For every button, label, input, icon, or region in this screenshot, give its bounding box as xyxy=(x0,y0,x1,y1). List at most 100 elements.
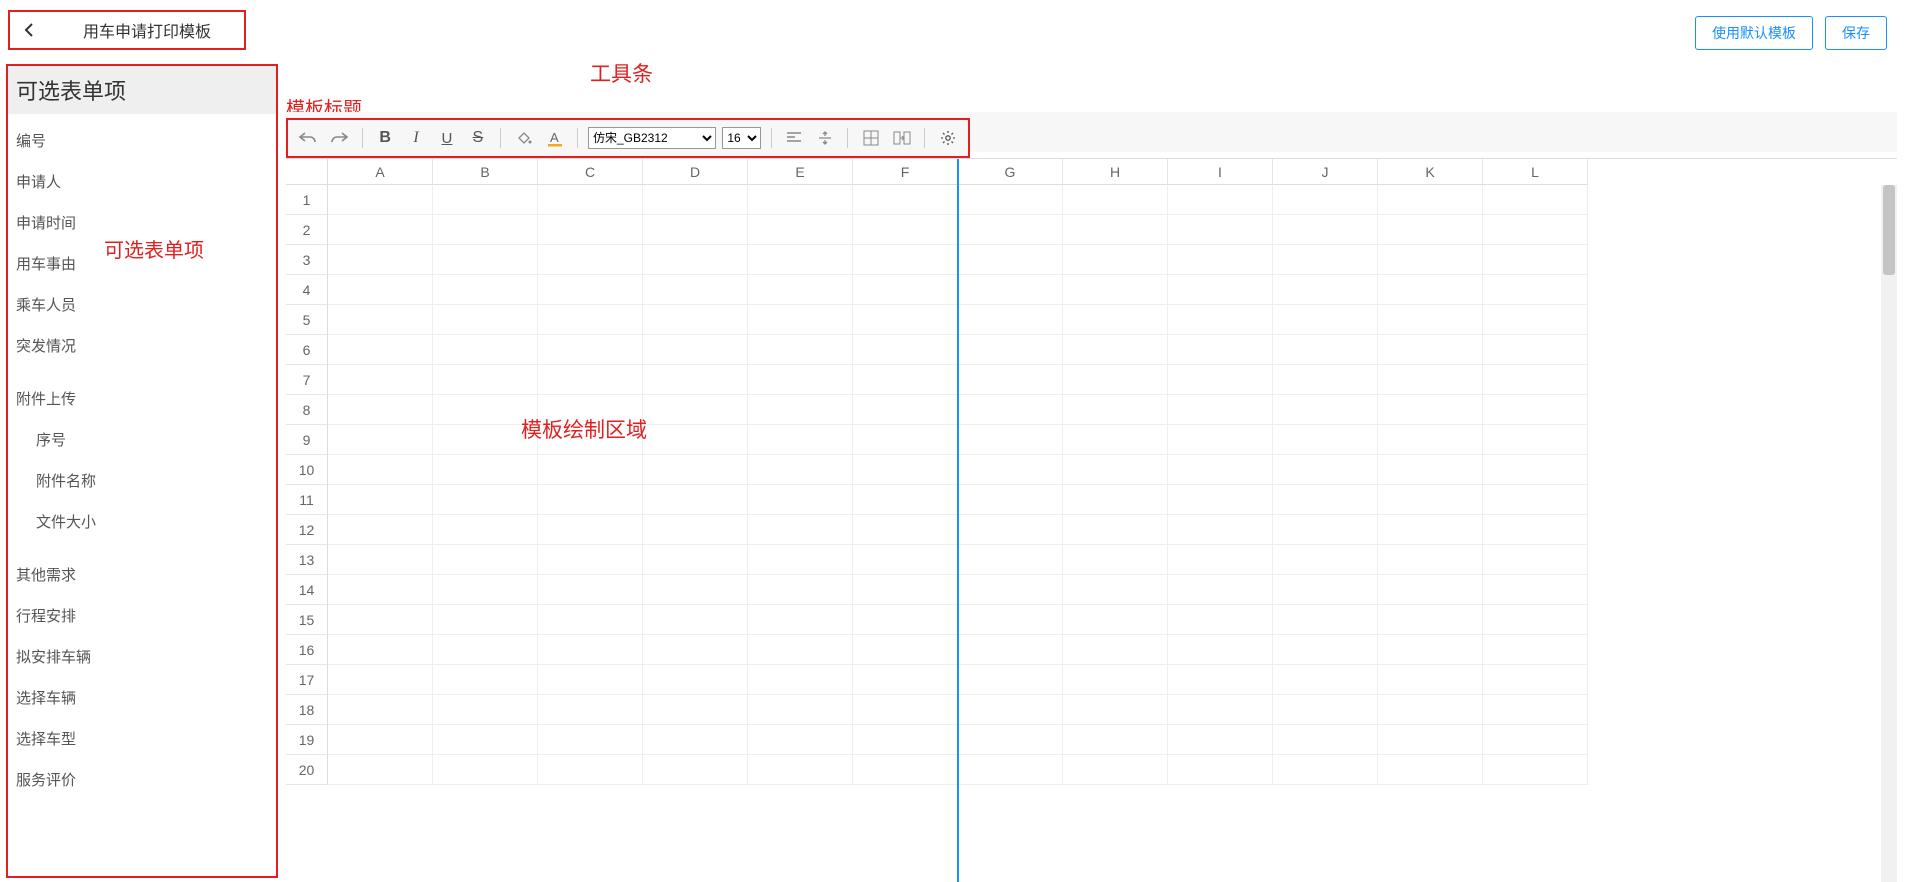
cell[interactable] xyxy=(1273,365,1378,395)
cell[interactable] xyxy=(958,755,1063,785)
row-header[interactable]: 14 xyxy=(286,575,328,605)
cell[interactable] xyxy=(433,575,538,605)
row-header[interactable]: 16 xyxy=(286,635,328,665)
font-size-select[interactable]: 16 xyxy=(722,127,760,149)
cell[interactable] xyxy=(1063,395,1168,425)
cell[interactable] xyxy=(853,665,958,695)
cell[interactable] xyxy=(1273,425,1378,455)
cell[interactable] xyxy=(748,725,853,755)
cell[interactable] xyxy=(1483,425,1588,455)
cell[interactable] xyxy=(1483,755,1588,785)
cell[interactable] xyxy=(433,335,538,365)
cell[interactable] xyxy=(643,305,748,335)
cell[interactable] xyxy=(748,665,853,695)
cell[interactable] xyxy=(328,755,433,785)
cell[interactable] xyxy=(853,545,958,575)
cell[interactable] xyxy=(643,605,748,635)
cell[interactable] xyxy=(433,185,538,215)
cell[interactable] xyxy=(1483,515,1588,545)
cell[interactable] xyxy=(1378,695,1483,725)
cell[interactable] xyxy=(1273,305,1378,335)
cell[interactable] xyxy=(643,275,748,305)
column-header[interactable]: B xyxy=(433,159,538,185)
cell[interactable] xyxy=(1168,515,1273,545)
cell[interactable] xyxy=(1378,665,1483,695)
strikethrough-button[interactable]: S xyxy=(465,125,490,151)
row-header[interactable]: 19 xyxy=(286,725,328,755)
cell[interactable] xyxy=(958,455,1063,485)
cell[interactable] xyxy=(853,275,958,305)
cell[interactable] xyxy=(1378,275,1483,305)
cell[interactable] xyxy=(1273,335,1378,365)
row-header[interactable]: 7 xyxy=(286,365,328,395)
borders-button[interactable] xyxy=(858,125,883,151)
cell[interactable] xyxy=(1168,695,1273,725)
cell[interactable] xyxy=(538,515,643,545)
italic-button[interactable]: I xyxy=(404,125,429,151)
cell[interactable] xyxy=(748,545,853,575)
sheet-corner[interactable] xyxy=(286,159,328,185)
cell[interactable] xyxy=(748,695,853,725)
cell[interactable] xyxy=(328,245,433,275)
cell[interactable] xyxy=(853,305,958,335)
cell[interactable] xyxy=(1273,185,1378,215)
column-header[interactable]: L xyxy=(1483,159,1588,185)
cell[interactable] xyxy=(1483,605,1588,635)
cell[interactable] xyxy=(1378,215,1483,245)
cell[interactable] xyxy=(853,725,958,755)
sidebar-item[interactable]: 申请时间 xyxy=(8,202,276,243)
use-default-template-button[interactable]: 使用默认模板 xyxy=(1695,16,1813,50)
cell[interactable] xyxy=(433,245,538,275)
row-header[interactable]: 1 xyxy=(286,185,328,215)
cell[interactable] xyxy=(1378,245,1483,275)
cell[interactable] xyxy=(958,725,1063,755)
cell[interactable] xyxy=(853,455,958,485)
cell[interactable] xyxy=(328,365,433,395)
row-header[interactable]: 3 xyxy=(286,245,328,275)
cell[interactable] xyxy=(328,545,433,575)
cell[interactable] xyxy=(1273,605,1378,635)
row-header[interactable]: 11 xyxy=(286,485,328,515)
cell[interactable] xyxy=(748,425,853,455)
cell[interactable] xyxy=(1273,275,1378,305)
cell[interactable] xyxy=(748,485,853,515)
cell[interactable] xyxy=(328,395,433,425)
cell[interactable] xyxy=(1273,485,1378,515)
cell[interactable] xyxy=(958,695,1063,725)
sidebar-item[interactable]: 文件大小 xyxy=(8,501,276,542)
sidebar-item[interactable]: 其他需求 xyxy=(8,554,276,595)
column-header[interactable]: G xyxy=(958,159,1063,185)
cell[interactable] xyxy=(643,485,748,515)
cell[interactable] xyxy=(853,485,958,515)
cell[interactable] xyxy=(1063,575,1168,605)
cell[interactable] xyxy=(643,335,748,365)
cell[interactable] xyxy=(328,725,433,755)
cell[interactable] xyxy=(433,695,538,725)
cell[interactable] xyxy=(748,605,853,635)
row-header[interactable]: 13 xyxy=(286,545,328,575)
cell[interactable] xyxy=(433,725,538,755)
cell[interactable] xyxy=(538,335,643,365)
cell[interactable] xyxy=(1063,515,1168,545)
cell[interactable] xyxy=(1063,485,1168,515)
cell[interactable] xyxy=(1168,395,1273,425)
cell[interactable] xyxy=(538,455,643,485)
cell[interactable] xyxy=(853,185,958,215)
sidebar-item[interactable]: 选择车型 xyxy=(8,718,276,759)
cell[interactable] xyxy=(853,755,958,785)
cell[interactable] xyxy=(328,275,433,305)
cell[interactable] xyxy=(1063,755,1168,785)
cell[interactable] xyxy=(853,575,958,605)
cell[interactable] xyxy=(643,215,748,245)
cell[interactable] xyxy=(1483,665,1588,695)
cell[interactable] xyxy=(958,515,1063,545)
cell[interactable] xyxy=(643,425,748,455)
cell[interactable] xyxy=(1168,755,1273,785)
scrollbar-thumb[interactable] xyxy=(1883,185,1895,275)
cell[interactable] xyxy=(643,635,748,665)
cell[interactable] xyxy=(433,635,538,665)
cell[interactable] xyxy=(538,305,643,335)
cell[interactable] xyxy=(538,485,643,515)
cell[interactable] xyxy=(1273,545,1378,575)
cell[interactable] xyxy=(1378,305,1483,335)
